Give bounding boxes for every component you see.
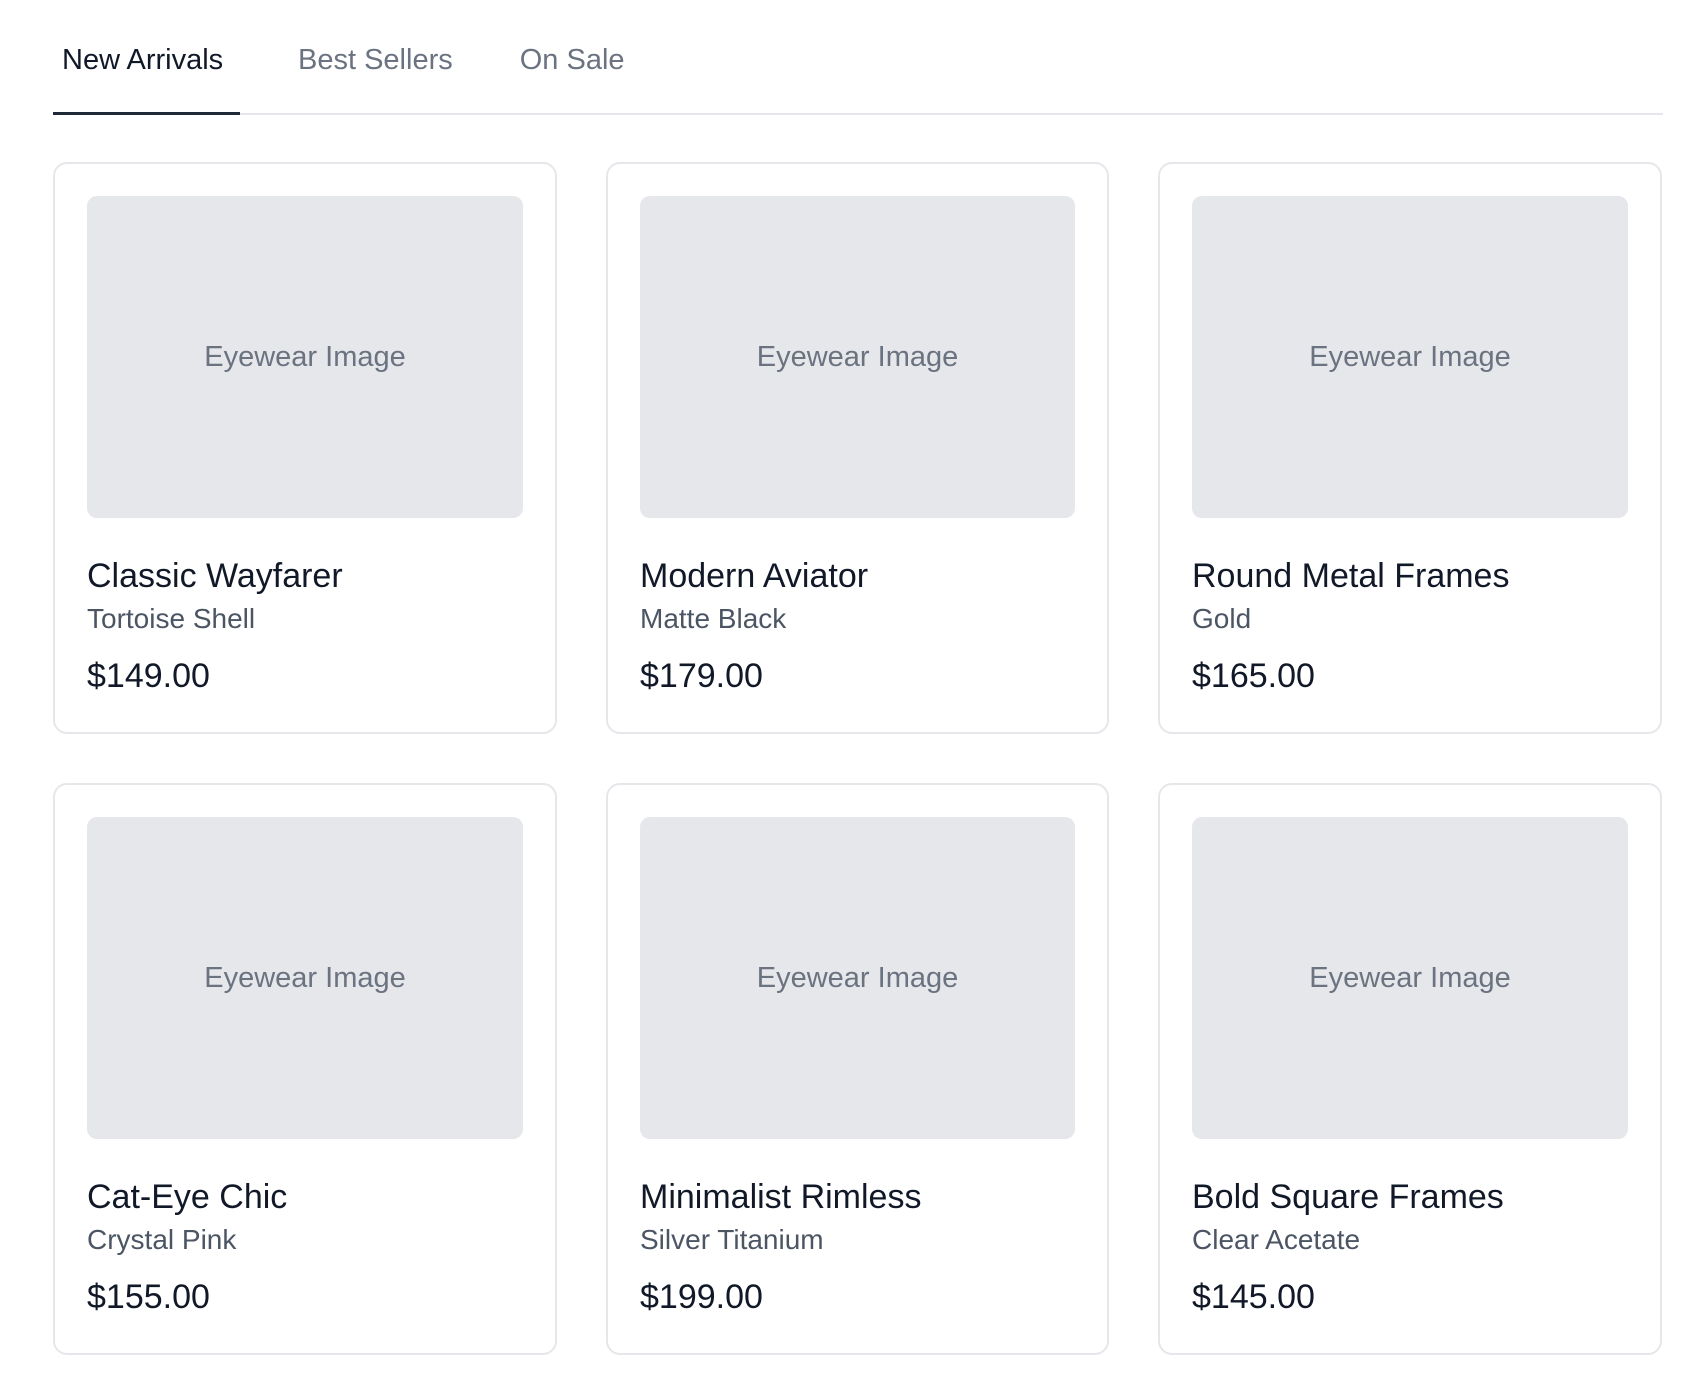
tab-new-arrivals[interactable]: New Arrivals (53, 0, 240, 115)
product-price: $165.00 (1192, 656, 1315, 695)
product-grid: Eyewear Image Classic Wayfarer Tortoise … (53, 162, 1663, 1355)
product-price: $179.00 (640, 656, 763, 695)
product-card[interactable]: Eyewear Image Bold Square Frames Clear A… (1158, 783, 1662, 1355)
product-variant: Crystal Pink (87, 1223, 237, 1255)
product-name[interactable]: Modern Aviator (640, 556, 1075, 597)
product-name[interactable]: Minimalist Rimless (640, 1177, 1075, 1218)
tab-on-sale[interactable]: On Sale (511, 0, 634, 113)
product-image-placeholder[interactable]: Eyewear Image (1192, 196, 1628, 518)
product-variant: Clear Acetate (1192, 1223, 1361, 1255)
product-card[interactable]: Eyewear Image Classic Wayfarer Tortoise … (53, 162, 557, 734)
product-page: New Arrivals Best Sellers On Sale Eyewea… (53, 0, 1663, 1355)
product-name[interactable]: Bold Square Frames (1192, 1177, 1628, 1218)
product-card[interactable]: Eyewear Image Round Metal Frames Gold $1… (1158, 162, 1662, 734)
tab-best-sellers[interactable]: Best Sellers (289, 0, 462, 113)
category-tabs: New Arrivals Best Sellers On Sale (53, 0, 1663, 115)
product-variant: Silver Titanium (640, 1223, 824, 1255)
product-image-placeholder[interactable]: Eyewear Image (640, 196, 1075, 518)
product-variant: Matte Black (640, 602, 787, 634)
product-price: $145.00 (1192, 1277, 1315, 1316)
product-card[interactable]: Eyewear Image Modern Aviator Matte Black… (606, 162, 1109, 734)
product-name[interactable]: Round Metal Frames (1192, 556, 1628, 597)
product-variant: Gold (1192, 602, 1252, 634)
product-image-placeholder[interactable]: Eyewear Image (87, 817, 523, 1139)
product-price: $199.00 (640, 1277, 763, 1316)
product-image-placeholder[interactable]: Eyewear Image (87, 196, 523, 518)
product-name[interactable]: Cat-Eye Chic (87, 1177, 523, 1218)
product-image-placeholder[interactable]: Eyewear Image (1192, 817, 1628, 1139)
product-card[interactable]: Eyewear Image Minimalist Rimless Silver … (606, 783, 1109, 1355)
product-card[interactable]: Eyewear Image Cat-Eye Chic Crystal Pink … (53, 783, 557, 1355)
product-price: $155.00 (87, 1277, 210, 1316)
product-name[interactable]: Classic Wayfarer (87, 556, 523, 597)
product-image-placeholder[interactable]: Eyewear Image (640, 817, 1075, 1139)
product-price: $149.00 (87, 656, 210, 695)
product-variant: Tortoise Shell (87, 602, 256, 634)
